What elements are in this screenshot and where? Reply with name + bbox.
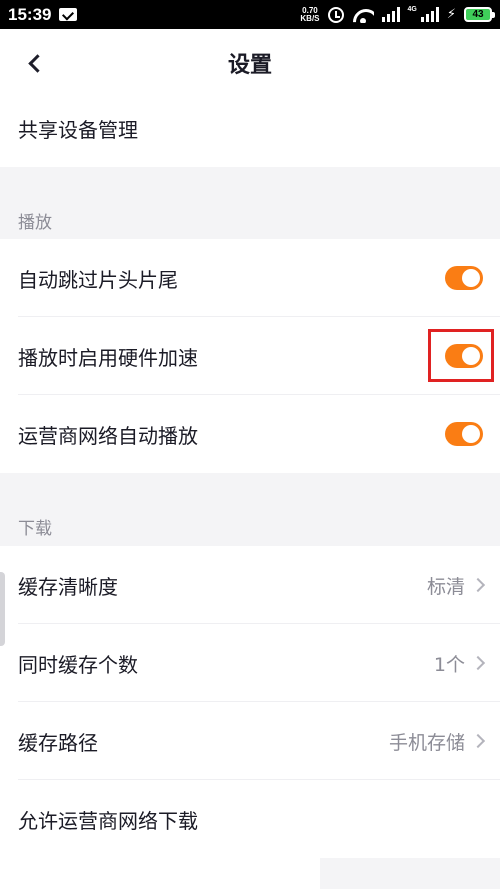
battery-level: 43 bbox=[472, 9, 484, 20]
chevron-right-icon bbox=[470, 577, 486, 593]
cache-quality-row[interactable]: 缓存清晰度 标清 bbox=[0, 546, 500, 624]
chevron-left-icon bbox=[27, 53, 47, 73]
hw-accel-label: 播放时启用硬件加速 bbox=[18, 345, 198, 370]
skip-intro-label: 自动跳过片头片尾 bbox=[18, 267, 178, 292]
bottom-panel bbox=[0, 858, 320, 889]
signal-icon bbox=[381, 7, 400, 22]
network-speed-unit: KB/S bbox=[300, 13, 320, 23]
status-bar: 15:39 0.70 KB/S 4G ⚡ 43 bbox=[0, 0, 500, 29]
cache-path-label: 缓存路径 bbox=[18, 730, 98, 755]
carrier-download-row[interactable]: 允许运营商网络下载 bbox=[0, 780, 500, 858]
carrier-autoplay-label: 运营商网络自动播放 bbox=[18, 423, 198, 448]
mail-icon bbox=[59, 8, 78, 21]
page-title: 设置 bbox=[227, 52, 272, 78]
skip-intro-toggle[interactable] bbox=[445, 266, 483, 290]
battery-icon: 43 bbox=[464, 7, 495, 22]
alarm-icon bbox=[327, 6, 344, 23]
side-drag-handle[interactable] bbox=[0, 572, 5, 646]
signal-icon-2 bbox=[420, 7, 439, 22]
back-button[interactable] bbox=[16, 45, 52, 81]
carrier-download-label: 允许运营商网络下载 bbox=[18, 808, 198, 833]
cache-quality-value: 标清 bbox=[426, 575, 465, 598]
hw-accel-row: 播放时启用硬件加速 bbox=[0, 317, 500, 395]
carrier-autoplay-row: 运营商网络自动播放 bbox=[0, 395, 500, 473]
network-speed: 0.70 KB/S bbox=[300, 6, 320, 23]
concurrent-cache-label: 同时缓存个数 bbox=[18, 652, 138, 677]
cache-path-value: 手机存储 bbox=[388, 731, 465, 754]
chevron-right-icon bbox=[470, 655, 486, 671]
status-time: 15:39 bbox=[8, 4, 52, 24]
skip-intro-row: 自动跳过片头片尾 bbox=[0, 239, 500, 317]
shared-device-row[interactable]: 共享设备管理 bbox=[0, 89, 500, 167]
cache-path-row[interactable]: 缓存路径 手机存储 bbox=[0, 702, 500, 780]
wifi-icon bbox=[352, 7, 374, 23]
section-header-download: 下载 bbox=[18, 519, 52, 539]
cache-quality-label: 缓存清晰度 bbox=[18, 574, 118, 599]
shared-device-label: 共享设备管理 bbox=[18, 117, 138, 142]
charging-icon: ⚡ bbox=[446, 7, 456, 22]
concurrent-cache-value: 1个 bbox=[433, 653, 465, 676]
chevron-right-icon bbox=[470, 733, 486, 749]
network-type: 4G bbox=[407, 6, 417, 13]
section-header-playback: 播放 bbox=[18, 213, 52, 233]
status-indicators: 0.70 KB/S 4G ⚡ 43 bbox=[300, 6, 495, 23]
toggle-knob bbox=[462, 425, 480, 443]
app-header: 设置 bbox=[0, 29, 500, 96]
toggle-knob bbox=[462, 269, 480, 287]
highlight-box bbox=[428, 329, 494, 382]
concurrent-cache-row[interactable]: 同时缓存个数 1个 bbox=[0, 624, 500, 702]
carrier-autoplay-toggle[interactable] bbox=[445, 422, 483, 446]
